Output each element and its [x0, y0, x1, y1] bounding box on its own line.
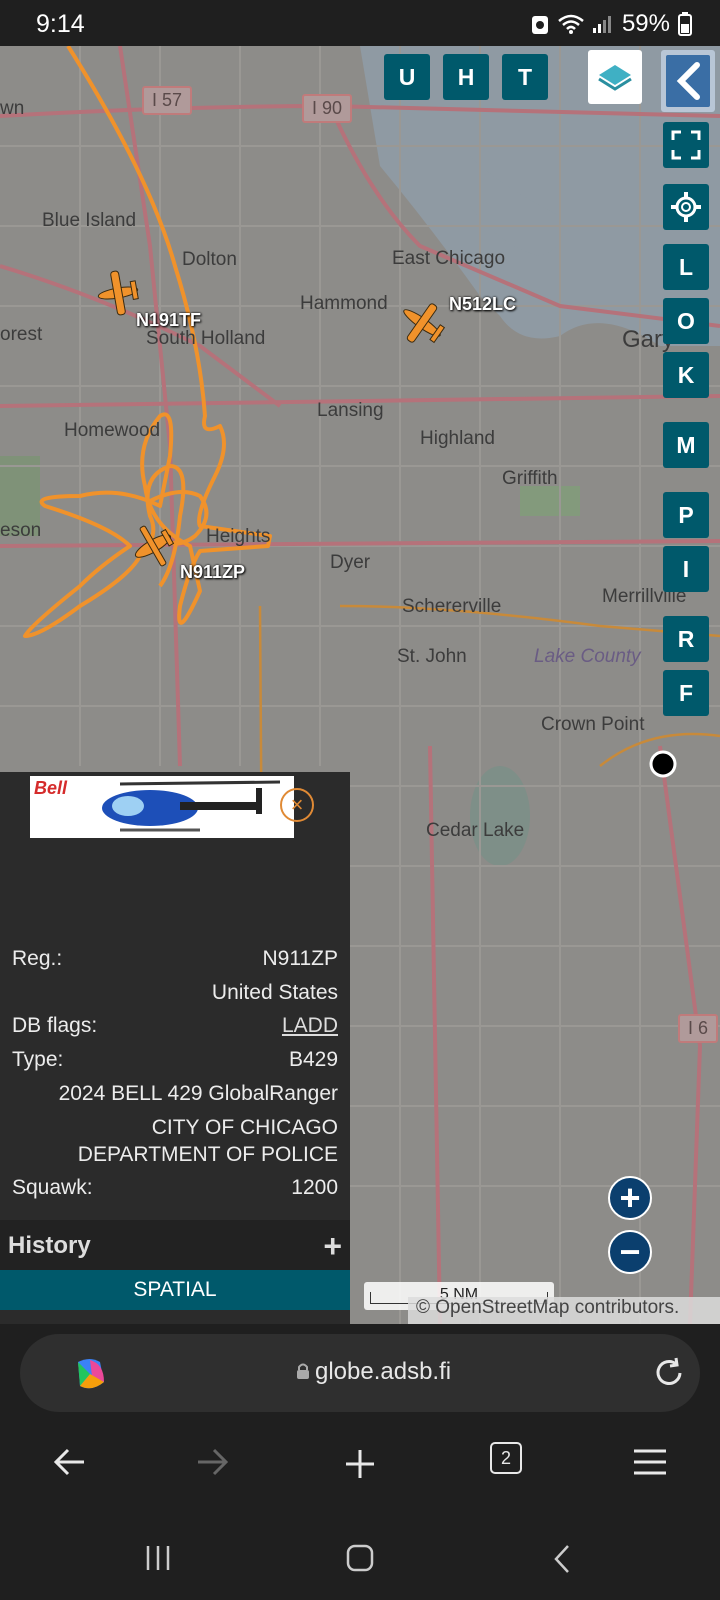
signal-icon: [592, 14, 614, 34]
side-button-m[interactable]: M: [663, 422, 709, 468]
place-label: Crown Point: [541, 714, 645, 735]
owner-line-2: DEPARTMENT OF POLICE: [77, 1143, 338, 1166]
place-label: Hammond: [300, 293, 388, 314]
place-label: St. John: [397, 646, 467, 667]
helicopter-image: [102, 780, 281, 832]
tab-count-button[interactable]: 2: [490, 1442, 522, 1474]
highway-shield-i57: I 57: [142, 86, 193, 115]
status-icons: 59%: [530, 10, 692, 38]
reg-value: N911ZP: [262, 947, 338, 970]
place-label: East Chicago: [392, 248, 506, 269]
lock-icon: [296, 1362, 310, 1385]
side-button-p[interactable]: P: [663, 492, 709, 538]
menu-icon[interactable]: [632, 1448, 668, 1481]
wifi-icon: [558, 14, 584, 34]
recycle-icon: [530, 13, 550, 35]
toolbar-button-t[interactable]: T: [502, 54, 548, 100]
expand-plus-icon[interactable]: +: [323, 1228, 342, 1265]
squawk-label: Squawk:: [12, 1176, 93, 1199]
close-icon: ×: [290, 792, 304, 817]
zoom-in-button[interactable]: +: [608, 1176, 652, 1220]
place-label: Homewood: [64, 420, 161, 441]
type-value: B429: [288, 1048, 338, 1071]
place-label: Cedar Lake: [426, 820, 525, 841]
side-button-r[interactable]: R: [663, 616, 709, 662]
forward-arrow-icon[interactable]: [196, 1448, 229, 1481]
side-button-k[interactable]: K: [663, 352, 709, 398]
side-button-i[interactable]: I: [663, 546, 709, 592]
status-bar: 9:14 59%: [0, 0, 720, 46]
side-button-f[interactable]: F: [663, 670, 709, 716]
owner-line-1: CITY OF CHICAGO: [151, 1116, 338, 1139]
place-label: Lake County: [534, 646, 641, 667]
status-time: 9:14: [36, 10, 85, 38]
squawk-value: 1200: [291, 1176, 338, 1199]
highway-shield-i90: I 90: [302, 94, 353, 123]
place-label: South Holland: [146, 328, 266, 349]
minus-icon: −: [619, 1231, 641, 1272]
collapse-panel-button[interactable]: [661, 50, 715, 112]
squawk-row: Squawk: 1200: [12, 1176, 338, 1200]
place-label: Lansing: [317, 400, 384, 421]
aircraft-label-n512lc[interactable]: N512LC: [449, 294, 516, 315]
aircraft-info-panel: Bell × Reg.: N911ZP United States DB fla…: [0, 772, 350, 1324]
db-flags-link[interactable]: LADD: [282, 1014, 338, 1038]
layers-icon: [598, 65, 632, 91]
home-icon[interactable]: [346, 1544, 374, 1577]
place-label: Dolton: [182, 249, 237, 270]
place-label: Heights: [206, 526, 271, 547]
side-button-l[interactable]: L: [663, 244, 709, 290]
place-label: wn: [0, 98, 25, 119]
address-bar[interactable]: globe.adsb.fi: [20, 1334, 700, 1412]
copilot-icon[interactable]: [70, 1354, 110, 1399]
zoom-out-button[interactable]: −: [608, 1230, 652, 1274]
layers-button[interactable]: [588, 50, 642, 104]
url-text: globe.adsb.fi: [315, 1358, 452, 1385]
db-flags-row: DB flags: LADD: [12, 1014, 338, 1038]
aircraft-label-n191tf[interactable]: N191TF: [136, 310, 201, 331]
back-arrow-icon[interactable]: [53, 1448, 86, 1481]
aircraft-label-n911zp[interactable]: N911ZP: [180, 562, 245, 583]
type-row: Type: B429: [12, 1048, 338, 1072]
db-flags-label: DB flags:: [12, 1014, 98, 1037]
toolbar-button-u[interactable]: U: [384, 54, 430, 100]
reg-label: Reg.:: [12, 947, 63, 970]
fullscreen-icon: [671, 130, 701, 160]
history-label: History: [8, 1232, 91, 1259]
place-label: Griffith: [502, 468, 558, 489]
place-label: orest: [0, 324, 43, 345]
battery-percent: 59%: [621, 10, 670, 37]
country-value: United States: [211, 981, 338, 1004]
place-label: Schererville: [402, 596, 502, 617]
place-label: Dyer: [330, 552, 371, 573]
recent-apps-icon[interactable]: [144, 1544, 172, 1577]
gear-icon: [671, 192, 701, 222]
new-tab-plus-icon[interactable]: [344, 1448, 376, 1485]
side-button-o[interactable]: O: [663, 298, 709, 344]
place-label: Highland: [420, 428, 495, 449]
type-label: Type:: [12, 1048, 64, 1071]
place-label: Blue Island: [42, 210, 137, 231]
reload-icon[interactable]: [652, 1356, 686, 1395]
history-header[interactable]: History +: [0, 1220, 350, 1270]
fullscreen-button[interactable]: [663, 122, 709, 168]
aircraft-photo[interactable]: Bell: [30, 776, 294, 838]
reg-row: Reg.: N911ZP: [12, 947, 338, 971]
chevron-left-icon: [666, 55, 710, 107]
plus-icon: +: [619, 1177, 641, 1218]
toolbar-button-h[interactable]: H: [443, 54, 489, 100]
close-photo-button[interactable]: ×: [280, 788, 314, 822]
place-label: eson: [0, 520, 42, 541]
spatial-button[interactable]: SPATIAL: [0, 1270, 350, 1310]
model-value: 2024 BELL 429 GlobalRanger: [58, 1082, 338, 1105]
settings-button[interactable]: [663, 184, 709, 230]
system-back-icon[interactable]: [552, 1544, 572, 1579]
browser-chrome: globe.adsb.fi 2: [0, 1324, 720, 1600]
highway-shield-i6: I 6: [678, 1014, 719, 1043]
battery-icon: [678, 12, 692, 36]
map-attribution[interactable]: © OpenStreetMap contributors.: [408, 1297, 720, 1324]
